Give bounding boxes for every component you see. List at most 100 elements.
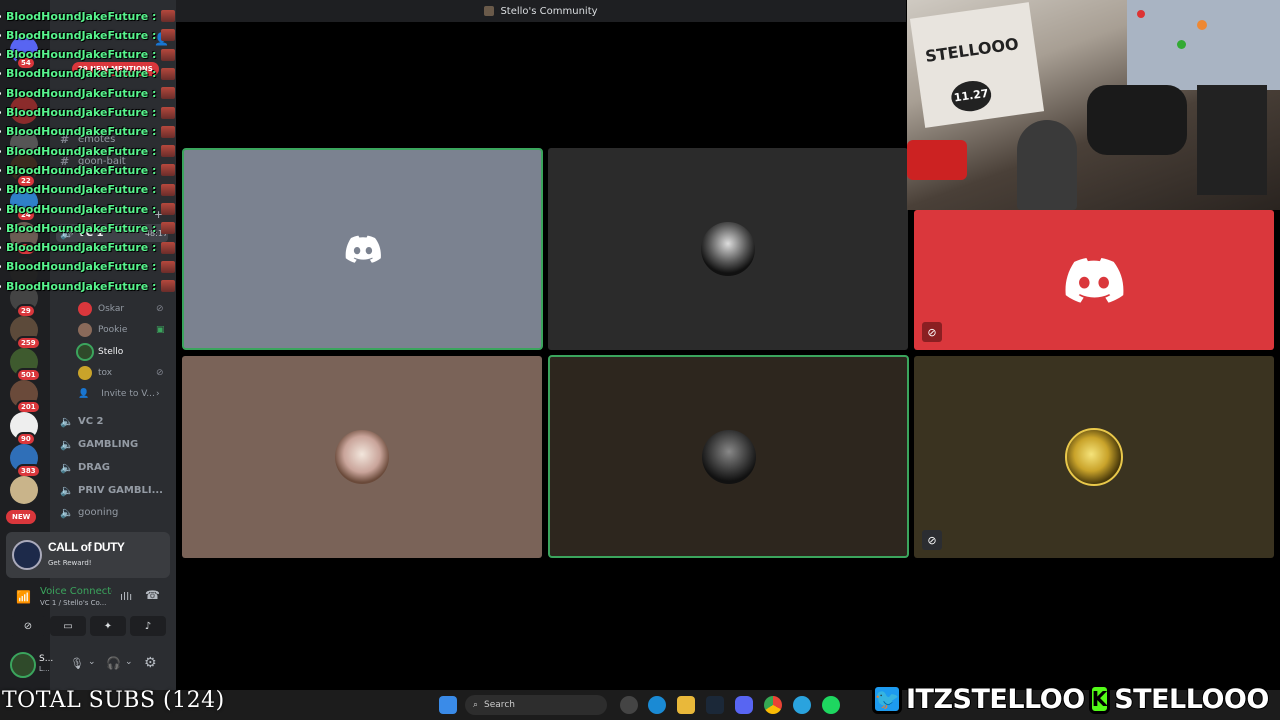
user-name: S... [39, 654, 54, 664]
taskbar-search[interactable]: ⌕ Search [465, 695, 607, 715]
chat-message: BloodHoundJakeFuture : [0, 277, 176, 295]
edge-icon[interactable] [648, 696, 666, 714]
chat-message: BloodHoundJakeFuture : [0, 7, 176, 25]
camera-off-button[interactable]: ⊘ [10, 616, 46, 636]
avatar [78, 323, 92, 337]
chat-message: BloodHoundJakeFuture : [0, 26, 176, 44]
deafened-icon: ⊘ [156, 304, 164, 314]
discord-logo-icon [345, 235, 381, 263]
emote-icon [161, 106, 176, 119]
folder-icon[interactable] [677, 696, 695, 714]
chatgpt-icon[interactable] [620, 696, 638, 714]
social-handles: 🐦 ITZSTELLOO K STELLOOO [872, 681, 1270, 717]
voice-location[interactable]: VC 1 / Stello's Co... [40, 599, 106, 607]
emote-icon [161, 48, 176, 61]
avatar [78, 302, 92, 316]
chat-message: BloodHoundJakeFuture : [0, 258, 176, 276]
emote-icon [161, 260, 176, 273]
voice-user[interactable]: tox ⊘ [78, 364, 164, 382]
voice-status[interactable]: Voice Connected [40, 586, 112, 597]
sign-board: STELLOOO 11.27 [909, 2, 1045, 128]
voice-channel[interactable]: 🔈 PRIV GAMBLI... [60, 481, 163, 499]
new-pill[interactable]: NEW [6, 510, 37, 524]
server-icon[interactable] [10, 476, 38, 504]
chat-username: BloodHoundJakeFuture : [6, 28, 157, 42]
participant-tile[interactable] [548, 148, 908, 350]
chrome-icon[interactable] [764, 696, 782, 714]
chevron-right-icon: › [156, 389, 160, 399]
avatar [78, 366, 92, 380]
participant-tile[interactable]: ⊘ [914, 210, 1274, 350]
bullet-dot [0, 14, 1, 18]
voice-channel[interactable]: 🔈 gooning [60, 503, 118, 521]
participant-tile[interactable] [182, 356, 542, 558]
chat-message: BloodHoundJakeFuture : [0, 104, 176, 122]
server-icon[interactable]: 383 [10, 444, 41, 478]
voice-user[interactable]: Pookie ▣ [78, 321, 165, 339]
server-icon[interactable]: 259 [10, 316, 41, 350]
participant-tile[interactable] [182, 148, 543, 350]
chat-message: BloodHoundJakeFuture : [0, 239, 176, 257]
chat-message: BloodHoundJakeFuture : [0, 142, 176, 160]
voice-channel[interactable]: 🔈 GAMBLING [60, 435, 138, 453]
game-icon [12, 540, 42, 570]
voice-channel[interactable]: 🔈 DRAG [60, 458, 110, 476]
chevron-down-icon[interactable]: ⌄ [125, 657, 133, 667]
chat-message: BloodHoundJakeFuture : [0, 200, 176, 218]
user-panel: S... L... 🎙 ⌄ 🎧 ⌄ ⚙ [6, 648, 170, 682]
windows-start-icon[interactable] [439, 696, 457, 714]
chat-username: BloodHoundJakeFuture : [6, 106, 157, 119]
twitter-icon: 🐦 [872, 684, 902, 714]
chat-message: BloodHoundJakeFuture : [0, 84, 176, 102]
soundboard-button[interactable]: ♪ [130, 616, 166, 636]
invite-button[interactable]: 👤 Invite to V... › [78, 385, 160, 403]
server-icon[interactable]: 90 [10, 412, 38, 446]
server-icon[interactable]: 501 [10, 348, 41, 382]
promo-card[interactable]: CALL of DUTY Get Reward! [6, 532, 170, 578]
title-bar: Stello's Community [176, 0, 906, 22]
chat-message: BloodHoundJakeFuture : [0, 161, 176, 179]
emote-icon [161, 67, 176, 80]
avatar [701, 429, 756, 484]
avatar[interactable] [10, 652, 36, 678]
webcam-feed: STELLOOO 11.27 [907, 0, 1280, 210]
chat-message: BloodHoundJakeFuture : [0, 181, 176, 199]
muted-icon: ⊘ [156, 368, 164, 378]
chat-message: BloodHoundJakeFuture : [0, 219, 176, 237]
chevron-down-icon[interactable]: ⌄ [88, 657, 96, 667]
emote-icon [161, 145, 176, 158]
speaker-icon: 🔈 [60, 483, 74, 497]
noise-icon[interactable]: ıllı [120, 590, 132, 603]
steam-icon[interactable] [706, 696, 724, 714]
emote-icon [161, 29, 176, 42]
spotify-icon[interactable] [822, 696, 840, 714]
chat-username: BloodHoundJakeFuture : [6, 144, 157, 158]
microphone-icon[interactable]: 🎙 [70, 657, 84, 670]
avatar [76, 343, 94, 361]
speaker-icon: 🔈 [60, 437, 74, 451]
bullet-dot [0, 207, 1, 211]
chat-username: BloodHoundJakeFuture : [6, 260, 157, 274]
telegram-icon[interactable] [793, 696, 811, 714]
discord-icon[interactable] [735, 696, 753, 714]
server-icon[interactable]: 201 [10, 380, 41, 414]
chat-message: BloodHoundJakeFuture : [0, 123, 176, 141]
screen-share-button[interactable]: ▭ [50, 616, 86, 636]
participant-tile[interactable]: ⊘ [914, 356, 1274, 558]
signal-icon: 📶 [16, 590, 31, 604]
voice-channel[interactable]: 🔈 VC 2 [60, 412, 104, 430]
promo-subtitle: Get Reward! [48, 559, 92, 567]
voice-user[interactable]: Stello [76, 343, 123, 361]
participant-tile[interactable] [548, 355, 909, 558]
activities-button[interactable]: ✦ [90, 616, 126, 636]
chat-username: BloodHoundJakeFuture : [6, 183, 157, 197]
speaker-icon: 🔈 [60, 460, 74, 474]
avatar [335, 430, 389, 484]
bullet-dot [0, 149, 1, 153]
gear-icon[interactable]: ⚙ [144, 655, 157, 671]
voice-user[interactable]: Oskar ⊘ [78, 300, 164, 318]
emote-icon [161, 241, 176, 254]
headphones-icon[interactable]: 🎧 [106, 656, 121, 670]
emote-icon [161, 164, 176, 177]
disconnect-icon[interactable]: ☎ [145, 588, 160, 602]
